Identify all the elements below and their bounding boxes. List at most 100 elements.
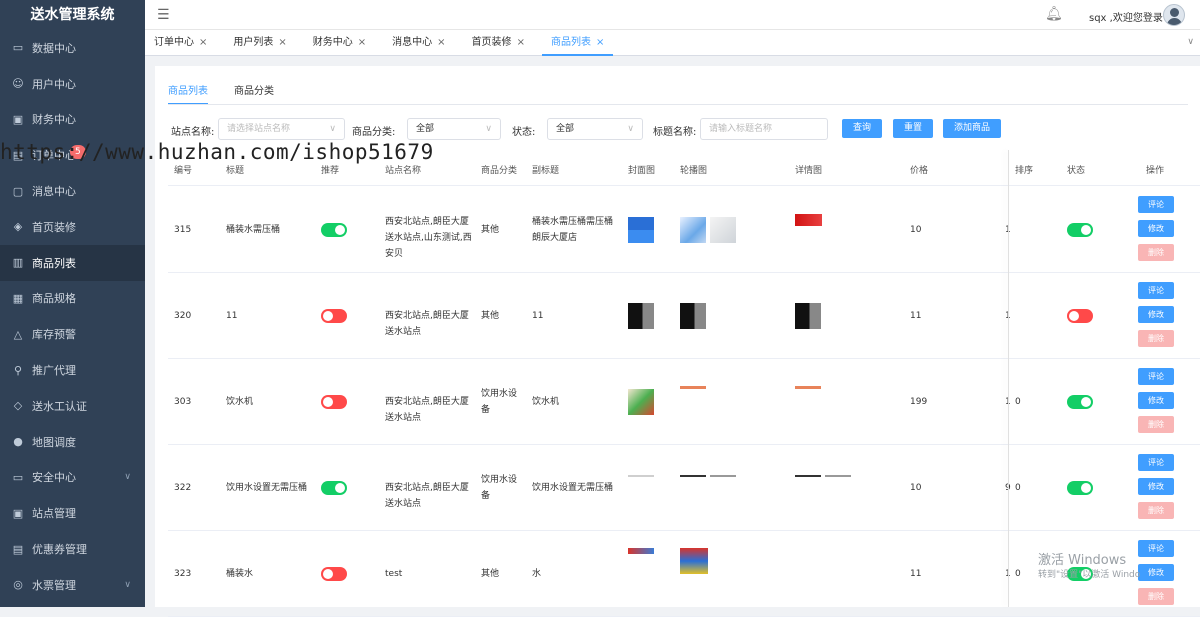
edit-button[interactable]: 修改 bbox=[1138, 478, 1174, 495]
edit-button[interactable]: 修改 bbox=[1138, 306, 1174, 323]
sidebar-menu: ▭ 数据中心 ☺ 用户中心 ▣ 财务中心 ▤ 订单中心 5 ▢ 消息中心 ◈ 首页装修 ▥ 商品列表 ▦ 商品规… bbox=[0, 30, 145, 603]
column-header: 标题 bbox=[226, 166, 245, 176]
sidebar-item[interactable]: ▤ 优惠券管理 bbox=[0, 531, 145, 567]
edit-button[interactable]: 修改 bbox=[1138, 392, 1174, 409]
column-header: 站点名称 bbox=[385, 166, 422, 176]
cover-image bbox=[628, 475, 654, 477]
table-row: 322 饮用水设置无需压桶 西安北站点,朗臣大厦送水站点 饮用水设备 饮用水设置无需压桶… bbox=[168, 445, 1200, 531]
station-placeholder: 请选择站点名称 bbox=[227, 124, 291, 134]
cell-price: 10 bbox=[910, 225, 922, 235]
carousel-image bbox=[710, 217, 736, 243]
carousel-image bbox=[680, 303, 706, 329]
delete-button[interactable]: 删除 bbox=[1138, 330, 1174, 347]
toggle-knob bbox=[323, 569, 333, 579]
recommend-toggle[interactable] bbox=[321, 223, 347, 237]
sidebar-item[interactable]: ▣ 站点管理 bbox=[0, 495, 145, 531]
sidebar-item[interactable]: ▦ 商品规格 bbox=[0, 281, 145, 317]
tab[interactable]: 首页装修 × bbox=[463, 30, 534, 56]
add-goods-button[interactable]: 添加商品 bbox=[943, 119, 1002, 138]
sidebar-item[interactable]: ▢ 消息中心 bbox=[0, 173, 145, 209]
sidebar-item[interactable]: ☺ 用户中心 bbox=[0, 66, 145, 102]
tab[interactable]: 用户列表 × bbox=[224, 30, 295, 56]
edit-button[interactable]: 修改 bbox=[1138, 220, 1174, 237]
comment-button[interactable]: 评论 bbox=[1138, 454, 1174, 471]
sidebar-item[interactable]: ▣ 财务中心 bbox=[0, 102, 145, 138]
comment-button[interactable]: 评论 bbox=[1138, 368, 1174, 385]
avatar[interactable] bbox=[1163, 4, 1185, 26]
location-icon: ● bbox=[13, 435, 23, 449]
bell-icon[interactable]: 🔔︎ bbox=[1045, 6, 1063, 22]
sidebar-item-label: 财务中心 bbox=[32, 113, 76, 127]
query-button[interactable]: 查询 bbox=[842, 119, 883, 138]
tabs-bar: 订单中心 × 用户列表 × 财务中心 × 消息中心 × 首页装修 × 商品列表 × ∨ bbox=[145, 30, 1200, 56]
close-icon[interactable]: × bbox=[358, 37, 366, 48]
cell-price: 11 bbox=[910, 569, 922, 579]
detail-image bbox=[795, 475, 821, 477]
tab[interactable]: 消息中心 × bbox=[383, 30, 454, 56]
close-icon[interactable]: × bbox=[437, 37, 445, 48]
cell-subtitle: 桶装水需压桶需压桶朗辰大厦店 bbox=[532, 217, 614, 243]
sidebar-item[interactable]: ▭ 数据中心 bbox=[0, 30, 145, 66]
detail-image bbox=[825, 475, 851, 477]
delete-button[interactable]: 删除 bbox=[1138, 502, 1174, 519]
tab-label: 订单中心 bbox=[154, 37, 194, 48]
cell-category: 其他 bbox=[481, 225, 500, 235]
clipboard-icon: ▥ bbox=[12, 256, 24, 270]
toggle-knob bbox=[323, 397, 333, 407]
message-icon: ▢ bbox=[12, 184, 24, 198]
sidebar-item-label: 水票管理 bbox=[32, 578, 76, 592]
recommend-toggle[interactable] bbox=[321, 395, 347, 409]
status-toggle[interactable] bbox=[1067, 481, 1093, 495]
hamburger-icon[interactable]: ☰ bbox=[157, 7, 170, 23]
sidebar-item[interactable]: ◈ 首页装修 bbox=[0, 209, 145, 245]
edit-button[interactable]: 修改 bbox=[1138, 564, 1174, 581]
column-header: 排序 bbox=[1015, 166, 1034, 176]
station-select[interactable]: 请选择站点名称 ∨ bbox=[218, 118, 345, 140]
sidebar-item-label: 优惠券管理 bbox=[32, 543, 87, 557]
category-select[interactable]: 全部 ∨ bbox=[407, 118, 501, 140]
sidebar-item-label: 推广代理 bbox=[32, 364, 76, 378]
title-input[interactable]: 请输入标题名称 bbox=[700, 118, 828, 140]
tab[interactable]: 商品列表 × bbox=[541, 30, 614, 56]
chevron-down-icon[interactable]: ∨ bbox=[1187, 37, 1194, 47]
sidebar-item[interactable]: ▭ 安全中心 ∨ bbox=[0, 460, 145, 496]
status-toggle[interactable] bbox=[1067, 223, 1093, 237]
sidebar-item[interactable]: △ 库存预警 bbox=[0, 316, 145, 352]
recommend-toggle[interactable] bbox=[321, 567, 347, 581]
sidebar-item-label: 用户中心 bbox=[32, 77, 76, 91]
delete-button[interactable]: 删除 bbox=[1138, 244, 1174, 261]
close-icon[interactable]: × bbox=[278, 37, 286, 48]
station-icon: ▣ bbox=[12, 506, 24, 520]
delete-button[interactable]: 删除 bbox=[1138, 416, 1174, 433]
sidebar-item-label: 商品规格 bbox=[32, 292, 76, 306]
status-toggle[interactable] bbox=[1067, 309, 1093, 323]
sidebar-item[interactable]: ◎ 水票管理 ∨ bbox=[0, 567, 145, 603]
cell-station: 西安北站点,朗臣大厦送水站点 bbox=[385, 483, 469, 509]
tab[interactable]: 财务中心 × bbox=[304, 30, 375, 56]
cell-category: 饮用水设备 bbox=[481, 475, 518, 501]
close-icon[interactable]: × bbox=[199, 37, 207, 48]
recommend-toggle[interactable] bbox=[321, 309, 347, 323]
reset-button[interactable]: 重置 bbox=[893, 119, 934, 138]
comment-button[interactable]: 评论 bbox=[1138, 282, 1174, 299]
close-icon[interactable]: × bbox=[517, 37, 525, 48]
status-label: 状态: bbox=[512, 127, 536, 138]
subtab-goods-list[interactable]: 商品列表 bbox=[168, 82, 208, 105]
sidebar-item[interactable]: ⚲ 推广代理 bbox=[0, 352, 145, 388]
sidebar-item[interactable]: ▥ 商品列表 bbox=[0, 244, 145, 281]
status-select[interactable]: 全部 ∨ bbox=[547, 118, 643, 140]
sidebar-item[interactable]: ◇ 送水工认证 bbox=[0, 388, 145, 424]
comment-button[interactable]: 评论 bbox=[1138, 540, 1174, 557]
delete-button[interactable]: 删除 bbox=[1138, 588, 1174, 605]
tab[interactable]: 订单中心 × bbox=[145, 30, 216, 56]
comment-button[interactable]: 评论 bbox=[1138, 196, 1174, 213]
cell-sort: 0 bbox=[1015, 397, 1021, 407]
close-icon[interactable]: × bbox=[596, 37, 604, 48]
status-toggle[interactable] bbox=[1067, 395, 1093, 409]
sidebar-item-label: 安全中心 bbox=[32, 471, 76, 485]
recommend-toggle[interactable] bbox=[321, 481, 347, 495]
subtab-goods-category[interactable]: 商品分类 bbox=[234, 82, 274, 105]
column-header: 状态 bbox=[1067, 166, 1086, 176]
sidebar-item[interactable]: ● 地图调度 bbox=[0, 424, 145, 460]
cell-id: 320 bbox=[174, 311, 192, 321]
